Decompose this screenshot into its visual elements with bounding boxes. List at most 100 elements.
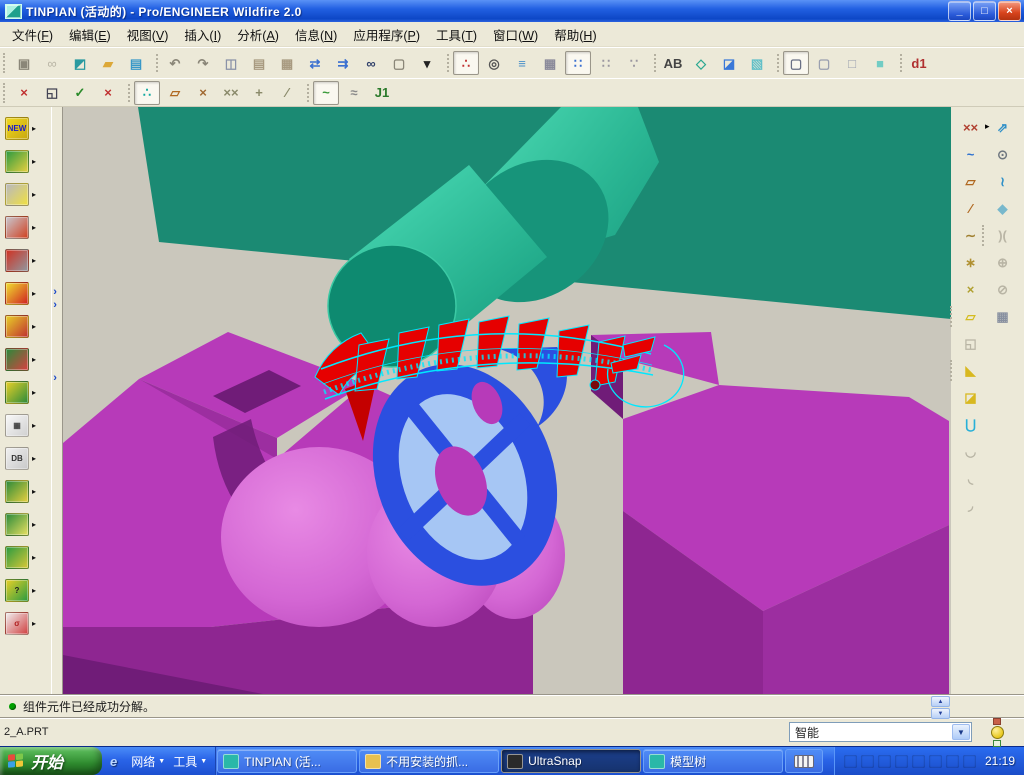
datum-refit-icon[interactable]: ∴ [447, 51, 479, 75]
menu-insert[interactable]: 插入(I) [176, 22, 229, 47]
close-button[interactable]: × [998, 1, 1021, 21]
flyout-arrow-icon[interactable]: ▸ [32, 322, 36, 331]
dimension-info-icon[interactable]: d1 [900, 51, 932, 75]
sash-chevron-icon[interactable]: › [53, 373, 57, 384]
emx-lifter-icon[interactable]: ▸ [0, 376, 51, 409]
menu-applications[interactable]: 应用程序(P) [345, 22, 428, 47]
tree-columns-icon[interactable]: ∷ [565, 51, 591, 75]
zoom-selected-icon[interactable]: ◎ [481, 51, 507, 75]
shaded-window-icon[interactable]: ◪ [716, 51, 742, 75]
restore-button[interactable]: □ [973, 1, 996, 21]
flyout-arrow-icon[interactable]: ▸ [32, 223, 36, 232]
emx-new-project-icon[interactable]: NEW ▸ [0, 112, 51, 145]
close-window-icon[interactable]: × [11, 81, 37, 105]
emx-pen-icon[interactable]: ▸ [0, 277, 51, 310]
start-button[interactable]: 开始 [0, 747, 102, 775]
datum-point-icon[interactable]: ×× [956, 114, 985, 141]
menu-window[interactable]: 窗口(W) [485, 22, 546, 47]
task-modeltree[interactable]: 模型树 [643, 749, 784, 773]
flyout-arrow-icon[interactable]: ▸ [32, 355, 36, 364]
tray-offline-icon[interactable] [878, 755, 891, 768]
find-icon[interactable]: ∞ [358, 51, 384, 75]
input-method-button[interactable] [785, 749, 824, 773]
no-hidden-icon[interactable]: □ [839, 51, 865, 75]
intersect-icon[interactable]: ⊘ [988, 276, 1017, 303]
wireframe-icon[interactable]: ▢ [777, 51, 809, 75]
select-box-icon[interactable]: ▢ [386, 51, 412, 75]
tray-battery-icon[interactable] [861, 755, 874, 768]
flyout-arrow-icon[interactable]: ▸ [32, 190, 36, 199]
emx-component-icon[interactable]: ▸ [0, 178, 51, 211]
network-menu[interactable]: 网络 ▼ [128, 753, 165, 770]
tray-car-icon[interactable] [895, 755, 908, 768]
open-icon[interactable]: ▰ [95, 51, 121, 75]
tree-sort-icon[interactable]: ∵ [621, 51, 647, 75]
paste-icon[interactable]: ▤ [246, 51, 272, 75]
flyout-arrow-icon[interactable]: ▸ [32, 454, 36, 463]
shutoff-surface-icon[interactable]: ◞ [956, 492, 985, 519]
tree-filter-icon[interactable]: ∷ [593, 51, 619, 75]
menu-help[interactable]: 帮助(H) [546, 22, 604, 47]
menu-edit[interactable]: 编辑(E) [61, 22, 119, 47]
emx-rack-icon[interactable]: ▸ [0, 541, 51, 574]
emx-screw-icon[interactable]: ▸ [0, 244, 51, 277]
ie-launcher[interactable]: e [110, 754, 123, 769]
menu-view[interactable]: 视图(V) [119, 22, 177, 47]
tray-volume-icon[interactable] [929, 755, 942, 768]
task-ultrasnap[interactable]: UltraSnap [501, 749, 642, 773]
combo-arrow-icon[interactable]: ▼ [952, 724, 970, 740]
tray-shield-icon[interactable] [963, 755, 976, 768]
new-window-icon[interactable]: ◱ [39, 81, 65, 105]
redo-icon[interactable]: ↷ [190, 51, 216, 75]
plane-display-icon[interactable]: ▱ [162, 81, 188, 105]
flyout-arrow-icon[interactable]: ▸ [32, 256, 36, 265]
tray-usb-icon[interactable] [946, 755, 959, 768]
line-display-icon[interactable]: ∕ [274, 81, 300, 105]
spline-icon[interactable]: ~ [307, 80, 339, 105]
update-list-icon[interactable]: ⇄ [302, 51, 328, 75]
flyout-arrow-icon[interactable]: ▸ [32, 553, 36, 562]
use-previous-icon[interactable]: ◱ [956, 330, 985, 357]
flyout-arrow-icon[interactable]: ▸ [32, 586, 36, 595]
3d-viewport[interactable] [63, 107, 952, 694]
emx-moldbase-icon[interactable]: ▸ [0, 145, 51, 178]
flyout-arrow-icon[interactable]: ▸ [32, 487, 36, 496]
sweep-icon[interactable]: ≀ [988, 168, 1017, 195]
merge-icon[interactable]: ⊕ [988, 249, 1017, 276]
menu-file[interactable]: 文件(F) [4, 22, 61, 47]
mold-volume-icon[interactable]: ◣ [950, 357, 985, 384]
sweep-pipe-icon[interactable]: ≈ [341, 81, 367, 105]
open-link-icon[interactable]: ∞ [39, 51, 65, 75]
datum-plane-icon[interactable]: ▱ [956, 168, 985, 195]
emx-check-icon[interactable]: ? ▸ [0, 574, 51, 607]
emx-trim-icon[interactable]: ▸ [0, 508, 51, 541]
navigator-sash[interactable]: › › › [51, 107, 64, 694]
select-menu-arrow-icon[interactable]: ▾ [414, 51, 440, 75]
j1-connection-icon[interactable]: J1 [369, 81, 395, 105]
shaded-icon[interactable]: ■ [867, 51, 893, 75]
flyout-arrow-icon[interactable]: ▸ [32, 388, 36, 397]
close-window2-icon[interactable]: × [95, 81, 121, 105]
flyout-arrow-icon[interactable]: ▸ [32, 421, 36, 430]
sash-chevron-icon[interactable]: › [53, 300, 57, 311]
update-all-icon[interactable]: ⇉ [330, 51, 356, 75]
save-as-icon[interactable]: ◩ [67, 51, 93, 75]
menu-analysis[interactable]: 分析(A) [229, 22, 287, 47]
flyout-arrow-icon[interactable]: ▸ [32, 619, 36, 628]
emx-dimension-icon[interactable]: σ ▸ [0, 607, 51, 640]
task-folder[interactable]: 不用安装的抓... [359, 749, 500, 773]
mold-opening-icon[interactable]: ⋃ [956, 411, 985, 438]
paste-special-icon[interactable]: ▦ [274, 51, 300, 75]
axis-display-icon[interactable]: × [190, 81, 216, 105]
datum-tree-icon[interactable]: ∴ [128, 80, 160, 105]
minimize-button[interactable]: _ [948, 1, 971, 21]
emx-slider-icon[interactable]: ▸ [0, 343, 51, 376]
insert-curve-icon[interactable]: ∼ [956, 222, 985, 249]
curve-thru-points-icon[interactable]: ~ [956, 141, 985, 168]
boundary-blend-icon[interactable]: ◆ [988, 195, 1017, 222]
layers-icon[interactable]: ≡ [509, 51, 535, 75]
tray-camera-icon[interactable] [844, 755, 857, 768]
annotation-icon[interactable]: AB [654, 51, 686, 75]
tools-menu[interactable]: 工具 ▼ [170, 753, 207, 770]
pattern-icon[interactable]: ▦ [988, 303, 1017, 330]
